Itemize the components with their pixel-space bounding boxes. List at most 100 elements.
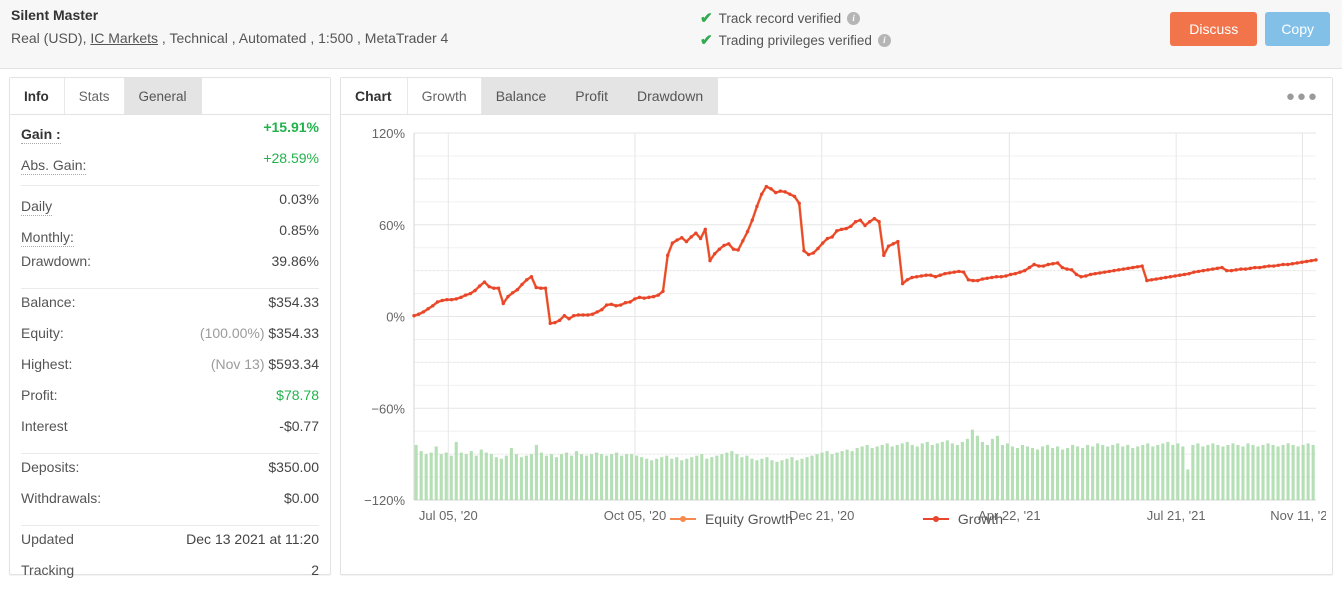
stat-label: Abs. Gain: <box>21 156 87 175</box>
stat-value: 0.03% <box>279 191 319 207</box>
growth-chart[interactable]: 120% 60% 0% −60% −120% Jul 05, '20 Oct 05, '20… <box>341 115 1332 545</box>
tab-chart[interactable]: Chart <box>341 78 407 114</box>
stat-label: Interest <box>21 418 68 434</box>
stat-row-tracking: Tracking 2 <box>21 562 319 593</box>
stat-label: Drawdown: <box>21 253 92 269</box>
stat-value: $354.33 <box>268 294 319 310</box>
stat-label: Withdrawals: <box>21 490 102 506</box>
tab-profit[interactable]: Profit <box>561 78 623 114</box>
stat-value-wrap: (Nov 13) $593.34 <box>211 356 319 372</box>
stat-label: Highest: <box>21 356 73 372</box>
stats-group-performance: Daily 0.03% Monthly: 0.85% Drawdown: 39.… <box>21 191 319 284</box>
stat-label: Profit: <box>21 387 58 403</box>
verify-trading-privileges: ✔ Trading privileges verified i <box>700 29 891 51</box>
content-area: Info Stats General Gain : +15.91% Abs. G… <box>0 69 1342 578</box>
verify-trading-privileges-label: Trading privileges verified <box>718 32 872 48</box>
legend-label: Equity Growth <box>704 511 793 527</box>
legend-swatch <box>669 516 696 522</box>
stat-row-deposits: Deposits: $350.00 <box>21 459 319 490</box>
stat-label: Balance: <box>21 294 76 310</box>
svg-text:−60%: −60% <box>371 401 405 416</box>
verification-badges: ✔ Track record verified i ✔ Trading priv… <box>700 7 891 51</box>
stat-value-prefix: (Nov 13) <box>210 356 265 372</box>
copy-button[interactable]: Copy <box>1265 12 1330 46</box>
legend-label: Growth <box>957 511 1004 527</box>
stat-row-drawdown: Drawdown: 39.86% <box>21 253 319 284</box>
stat-value: $350.00 <box>268 459 319 475</box>
stat-row-highest: Highest: (Nov 13) $593.34 <box>21 356 319 387</box>
divider <box>21 525 319 526</box>
chart-svg: 120%60%0%−60%−120%Jul 05, '20 Oct 05, '20… <box>364 126 1326 523</box>
stat-value: $593.34 <box>268 356 319 372</box>
broker-link[interactable]: IC Markets <box>90 30 158 46</box>
page-header: Silent Master Real (USD), IC Markets , T… <box>0 0 1342 69</box>
discuss-button[interactable]: Discuss <box>1170 12 1258 46</box>
stat-row-daily: Daily 0.03% <box>21 191 319 222</box>
stat-value: +15.91% <box>263 119 319 135</box>
stats-panel: Info Stats General Gain : +15.91% Abs. G… <box>9 77 331 578</box>
page-title: Silent Master <box>11 7 99 23</box>
tab-drawdown[interactable]: Drawdown <box>622 78 719 114</box>
stat-label: Monthly: <box>21 228 74 247</box>
stat-label: Gain : <box>21 125 61 144</box>
check-icon: ✔ <box>700 31 713 49</box>
stat-row-balance: Balance: $354.33 <box>21 294 319 325</box>
chart-legend: Equity Growth Growth <box>341 511 1332 527</box>
stat-row-equity: Equity: (100.00%) $354.33 <box>21 325 319 356</box>
stat-row-updated: Updated Dec 13 2021 at 11:20 <box>21 531 319 562</box>
divider <box>21 185 319 186</box>
legend-item-equity-growth[interactable]: Equity Growth <box>669 511 793 527</box>
stat-value: $78.78 <box>276 387 319 403</box>
stat-value: 2 <box>311 562 319 578</box>
stat-row-abs-gain: Abs. Gain: +28.59% <box>21 150 319 181</box>
chart-tabbar: Chart Growth Balance Profit Drawdown <box>341 78 1332 115</box>
verify-track-record: ✔ Track record verified i <box>700 7 891 29</box>
stats-group-gain: Gain : +15.91% Abs. Gain: +28.59% <box>21 119 319 181</box>
tab-info[interactable]: Info <box>10 78 64 114</box>
stat-label: Daily <box>21 197 53 216</box>
stats-group-meta: Updated Dec 13 2021 at 11:20 Tracking 2 <box>21 531 319 593</box>
stat-label: Updated <box>21 531 74 547</box>
check-icon: ✔ <box>700 9 713 27</box>
svg-text:−120%: −120% <box>364 493 405 508</box>
stats-tabbar: Info Stats General <box>10 78 330 115</box>
stat-row-withdrawals: Withdrawals: $0.00 <box>21 490 319 521</box>
legend-swatch <box>922 516 949 522</box>
stats-group-funding: Deposits: $350.00 Withdrawals: $0.00 <box>21 459 319 521</box>
stat-label: Equity: <box>21 325 64 341</box>
stat-label: Deposits: <box>21 459 80 475</box>
stat-row-monthly: Monthly: 0.85% <box>21 222 319 253</box>
meta-suffix: , Technical , Automated , 1:500 , MetaTr… <box>158 30 449 46</box>
stat-value: 0.85% <box>279 222 319 238</box>
svg-text:0%: 0% <box>386 310 405 325</box>
stat-value: 39.86% <box>271 253 319 269</box>
divider <box>21 453 319 454</box>
svg-text:60%: 60% <box>379 218 405 233</box>
stat-row-gain: Gain : +15.91% <box>21 119 319 150</box>
info-icon[interactable]: i <box>847 11 861 25</box>
chart-panel: Chart Growth Balance Profit Drawdown ●●●… <box>340 77 1333 575</box>
stat-value: $354.33 <box>268 325 319 341</box>
stat-label: Tracking <box>21 562 75 578</box>
chart-options-icon[interactable]: ●●● <box>1286 89 1319 104</box>
meta-prefix: Real (USD), <box>11 30 91 46</box>
info-icon[interactable]: i <box>877 33 891 47</box>
stat-value: $0.00 <box>283 490 319 506</box>
legend-item-growth[interactable]: Growth <box>922 511 1004 527</box>
header-actions: Discuss Copy <box>1170 12 1330 46</box>
tab-stats[interactable]: Stats <box>63 78 125 114</box>
verify-track-record-label: Track record verified <box>718 10 842 26</box>
system-identity: Silent Master Real (USD), IC Markets , T… <box>11 6 448 48</box>
tab-general[interactable]: General <box>124 78 202 114</box>
tab-growth[interactable]: Growth <box>406 78 482 114</box>
svg-text:120%: 120% <box>372 126 406 141</box>
stat-row-interest: Interest -$0.77 <box>21 418 319 449</box>
divider <box>21 288 319 289</box>
stat-value-wrap: (100.00%) $354.33 <box>200 325 319 341</box>
system-meta: Real (USD), IC Markets , Technical , Aut… <box>11 28 448 48</box>
stat-value: -$0.77 <box>279 418 319 434</box>
stats-group-account: Balance: $354.33 Equity: (100.00%) $354.… <box>21 294 319 449</box>
stat-value: +28.59% <box>263 150 319 166</box>
stats-list: Gain : +15.91% Abs. Gain: +28.59% Daily … <box>10 119 330 593</box>
tab-balance[interactable]: Balance <box>481 78 562 114</box>
